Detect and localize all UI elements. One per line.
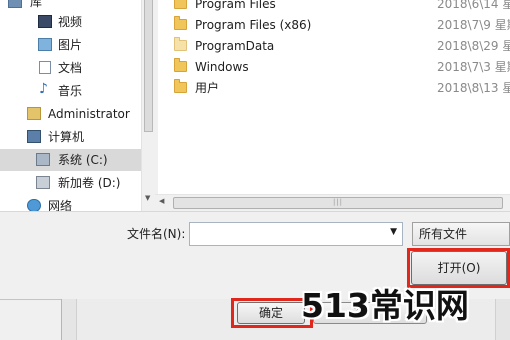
document-icon: [39, 61, 51, 74]
navigation-pane[interactable]: 库 视频 图片 文档 ♪ 音乐 Administrator 计算机 系统 (C:…: [0, 0, 155, 212]
file-type-select[interactable]: 所有文件: [412, 222, 510, 246]
file-name: Program Files (x86): [195, 18, 312, 32]
scroll-down-icon[interactable]: ▼: [145, 194, 150, 202]
file-row[interactable]: Program Files (x86) 2018\7\9 星期: [158, 15, 510, 35]
library-icon: [8, 0, 22, 8]
file-date: 2018\8\13 星: [437, 81, 510, 95]
nav-scrollbar[interactable]: ▼: [141, 0, 155, 212]
file-date: 2018\7\3 星期: [437, 60, 510, 74]
file-name: ProgramData: [195, 39, 275, 53]
horizontal-scrollbar[interactable]: ◀ |||: [155, 194, 510, 211]
drive-d-icon: [36, 176, 50, 189]
picture-icon: [38, 38, 52, 51]
file-name: Program Files: [195, 0, 276, 11]
filename-input[interactable]: ▼: [189, 222, 403, 246]
file-row[interactable]: ProgramData 2018\8\29 星: [158, 36, 510, 56]
folder-icon: [174, 58, 187, 72]
file-list[interactable]: Program Files 2018\6\14 星 Program Files …: [158, 0, 510, 194]
divider: [0, 211, 510, 212]
file-row[interactable]: 用户 2018\8\13 星: [158, 78, 510, 98]
watermark: 513常识网: [301, 286, 469, 325]
file-date: 2018\7\9 星期: [437, 18, 510, 32]
scroll-left-icon[interactable]: ◀: [159, 197, 164, 205]
file-row[interactable]: Program Files 2018\6\14 星: [158, 0, 510, 14]
file-date: 2018\6\14 星: [437, 0, 510, 11]
folder-icon: [174, 0, 187, 9]
chevron-down-icon[interactable]: ▼: [390, 227, 397, 237]
computer-icon: [27, 130, 41, 143]
file-name: 用户: [195, 81, 220, 95]
video-icon: [38, 15, 52, 28]
file-row[interactable]: Windows 2018\7\3 星期: [158, 57, 510, 77]
user-folder-icon: [27, 107, 41, 120]
nav-item-drive-c[interactable]: 系统 (C:): [0, 149, 141, 171]
open-button-highlight: [407, 248, 510, 288]
folder-icon: [174, 37, 187, 51]
file-name: Windows: [195, 60, 249, 74]
folder-icon: [174, 16, 187, 30]
music-icon: ♪: [39, 81, 48, 97]
nav-scroll-thumb[interactable]: [144, 0, 153, 132]
filename-label: 文件名(N):: [127, 227, 186, 241]
drive-c-icon: [36, 153, 50, 166]
folder-icon: [174, 79, 187, 93]
horizontal-scroll-thumb[interactable]: |||: [173, 197, 503, 209]
file-date: 2018\8\29 星: [437, 39, 510, 53]
